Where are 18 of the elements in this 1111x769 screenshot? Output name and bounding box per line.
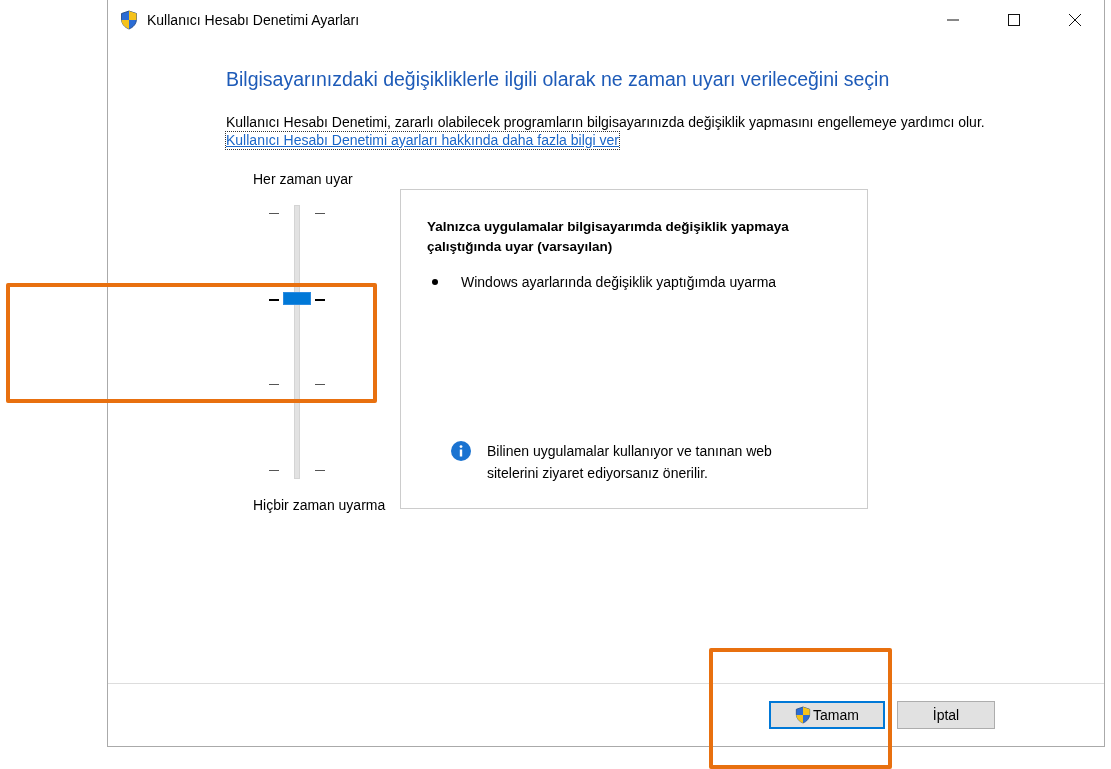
level-title: Yalnızca uygulamalar bilgisayarımda değişiklik yapmaya çalıştığında uyar (varsayılan): [427, 218, 790, 256]
slider-bottom-label: Hiçbir zaman uyarma: [253, 497, 387, 513]
maximize-icon[interactable]: [1007, 13, 1021, 27]
description-text: Kullanıcı Hesabı Denetimi, zararlı olabilecek programların bilgisayarınızda değişiklik yapmasını engellemeye yardımcı olur.: [226, 113, 986, 132]
bullet-icon: [432, 279, 438, 285]
slider-top-label: Her zaman uyar: [253, 171, 354, 187]
ok-button[interactable]: Tamam: [769, 701, 885, 729]
info-icon: [451, 441, 471, 461]
recommendation-note: Bilinen uygulamalar kullanıyor ve tanınan web sitelerini ziyaret ediyorsanız önerilir.: [487, 442, 773, 483]
bullet-text: Windows ayarlarında değişiklik yaptığımda uyarma: [461, 274, 777, 290]
slider-thumb[interactable]: [283, 291, 311, 305]
shield-icon: [120, 10, 138, 30]
close-icon[interactable]: [1068, 13, 1082, 27]
more-info-link[interactable]: Kullanıcı Hesabı Denetimi ayarları hakkında daha fazla bilgi ver: [226, 132, 619, 149]
page-heading: Bilgisayarınızdaki değişikliklerle ilgili olarak ne zaman uyarı verileceğini seçin: [226, 68, 890, 91]
shield-icon: [795, 706, 812, 724]
cancel-button[interactable]: İptal: [897, 701, 995, 729]
window-title: Kullanıcı Hesabı Denetimi Ayarları: [147, 12, 360, 28]
